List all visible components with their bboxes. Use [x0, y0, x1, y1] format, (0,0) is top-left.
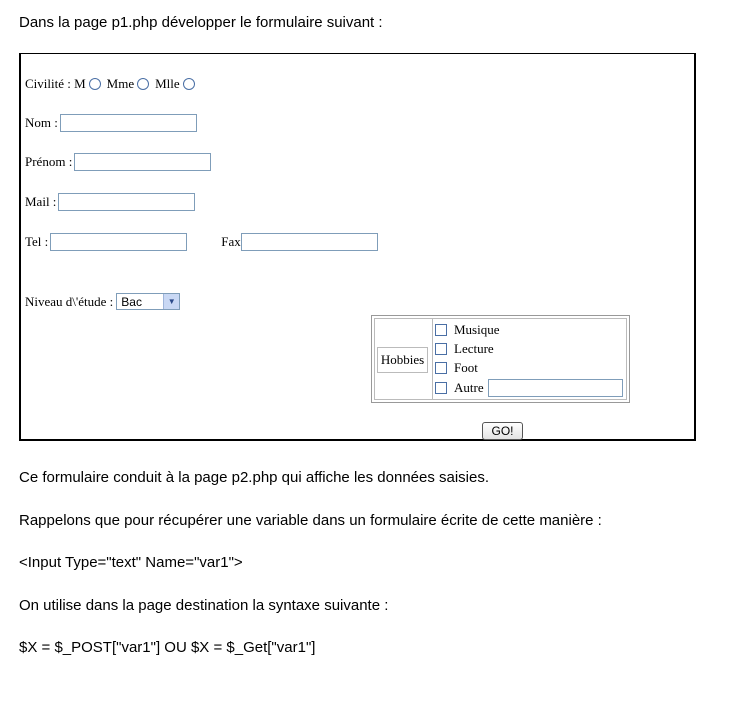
- tel-input[interactable]: [50, 233, 188, 251]
- paragraph-5: $X = $_POST["var1"] OU $X = $_Get["var1"…: [19, 639, 316, 656]
- checkbox-musique[interactable]: [435, 324, 447, 336]
- niveau-row: Niveau d\'étude : Bac ▼: [25, 293, 181, 310]
- intro-text: Dans la page p1.php développer le formul…: [19, 14, 383, 31]
- prenom-input[interactable]: [74, 153, 212, 171]
- niveau-select[interactable]: Bac ▼: [116, 293, 181, 310]
- mme-label: Mme: [106, 76, 135, 91]
- hobby-label: Lecture: [454, 341, 494, 356]
- paragraph-1: Ce formulaire conduit à la page p2.php q…: [19, 469, 490, 486]
- civilite-label: Civilité : M: [25, 76, 86, 91]
- hobby-label: Autre: [454, 380, 484, 395]
- go-button[interactable]: GO!: [482, 422, 523, 440]
- form-preview: Civilité : M Mme Mlle Nom : Prénom : Mai…: [19, 53, 696, 441]
- hobbies-options: Musique Lecture Foot Autre: [432, 319, 626, 399]
- hobby-autre[interactable]: Autre: [435, 379, 623, 397]
- fax-label: Fax: [221, 234, 241, 249]
- niveau-label: Niveau d\'étude :: [25, 293, 114, 309]
- hobbies-label: Hobbies: [377, 347, 428, 373]
- checkbox-lecture[interactable]: [435, 343, 447, 355]
- radio-mme[interactable]: [137, 78, 150, 90]
- hobby-lecture[interactable]: Lecture: [435, 341, 494, 357]
- prenom-row: Prénom :: [25, 153, 212, 171]
- fax-input[interactable]: [240, 233, 378, 251]
- paragraph-2: Rappelons que pour récupérer une variabl…: [19, 512, 602, 529]
- radio-m[interactable]: [88, 78, 101, 90]
- niveau-select-value: Bac: [121, 294, 142, 309]
- mail-row: Mail :: [25, 193, 196, 211]
- nom-label: Nom :: [25, 115, 58, 130]
- civilite-row: Civilité : M Mme Mlle: [25, 76, 201, 92]
- hobbies-table-inner: Hobbies Musique Lecture Foot Autre: [374, 318, 627, 400]
- hobbies-table: Hobbies Musique Lecture Foot Autre: [371, 315, 630, 403]
- chevron-down-icon[interactable]: ▼: [163, 294, 180, 309]
- autre-input[interactable]: [487, 379, 623, 397]
- hobby-foot[interactable]: Foot: [435, 360, 478, 376]
- mail-label: Mail :: [25, 194, 57, 209]
- checkbox-autre[interactable]: [435, 382, 447, 394]
- hobby-musique[interactable]: Musique: [435, 322, 500, 338]
- paragraph-3: <Input Type="text" Name="var1">: [19, 554, 243, 571]
- tel-fax-row: Tel : Fax: [25, 233, 378, 251]
- nom-row: Nom :: [25, 114, 197, 132]
- hobby-label: Foot: [454, 360, 478, 375]
- mail-input[interactable]: [58, 193, 196, 211]
- mlle-label: Mlle: [155, 76, 180, 91]
- prenom-label: Prénom :: [25, 154, 73, 169]
- nom-input[interactable]: [59, 114, 197, 132]
- checkbox-foot[interactable]: [435, 362, 447, 374]
- hobby-label: Musique: [454, 322, 500, 337]
- tel-label: Tel :: [25, 234, 49, 249]
- radio-mlle[interactable]: [182, 78, 195, 90]
- paragraph-4: On utilise dans la page destination la s…: [19, 597, 389, 614]
